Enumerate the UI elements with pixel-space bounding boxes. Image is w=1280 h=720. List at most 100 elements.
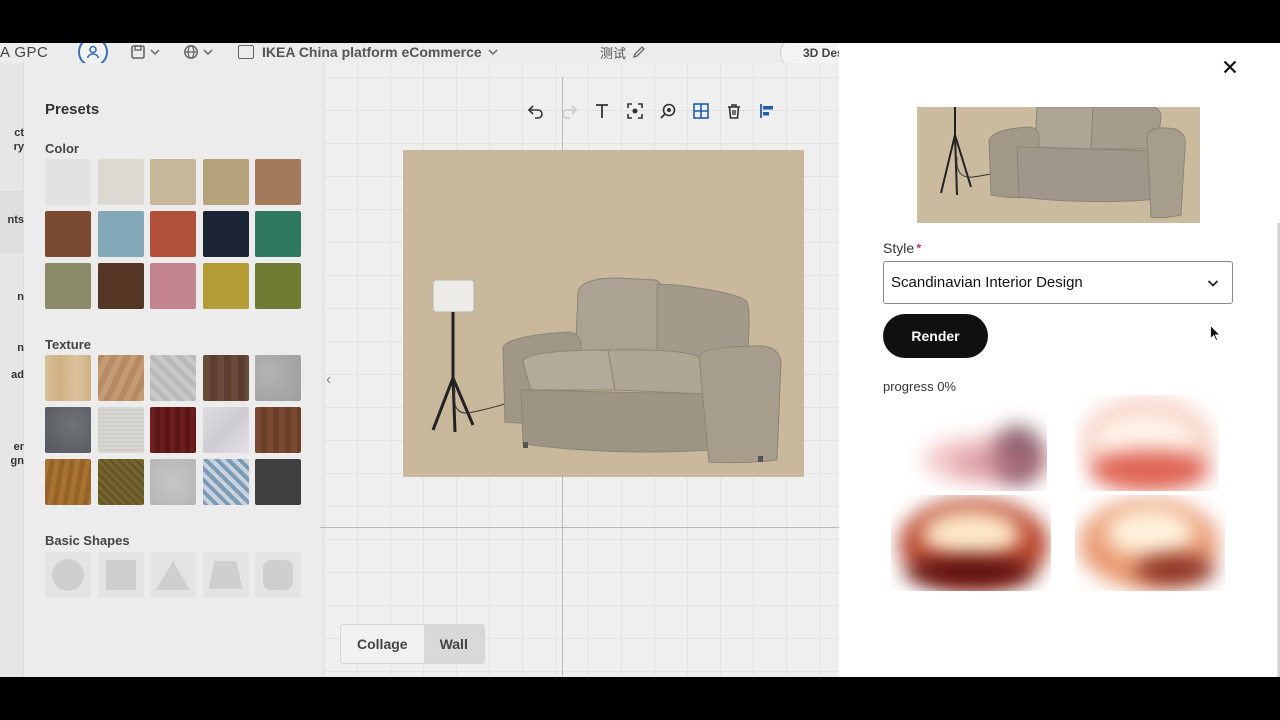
sofa-lamp-preview (940, 107, 1186, 219)
texture-swatch-reddish-wood[interactable] (255, 407, 301, 453)
color-swatch[interactable] (97, 159, 144, 205)
texture-swatch-herringbone-grey[interactable] (150, 355, 196, 401)
globe-icon (184, 45, 198, 59)
close-button[interactable] (1219, 56, 1241, 78)
rail-label[interactable]: er (0, 441, 24, 454)
collapse-panel-icon[interactable]: ‹ (326, 371, 331, 389)
delete-button[interactable] (724, 101, 744, 121)
texture-swatch-mahogany[interactable] (150, 407, 196, 453)
close-icon (1223, 60, 1237, 74)
style-select[interactable]: Scandinavian Interior Design (883, 261, 1233, 304)
artboard-image[interactable] (403, 150, 804, 477)
platform-selector[interactable]: IKEA China platform eCommerce (238, 43, 499, 61)
magic-lasso-icon (660, 103, 676, 119)
save-menu[interactable] (130, 43, 161, 61)
text-icon (596, 104, 608, 118)
rounded-square-shape-icon (263, 560, 293, 590)
color-swatch[interactable] (150, 211, 196, 257)
project-name[interactable]: 测试 (600, 43, 646, 61)
chevron-down-icon (1207, 280, 1219, 287)
color-swatch[interactable] (150, 263, 196, 309)
undo-button[interactable] (526, 101, 546, 121)
circle-shape-icon (52, 559, 84, 591)
required-marker: * (916, 240, 922, 256)
color-swatch[interactable] (255, 263, 301, 309)
texture-swatch-white-marble[interactable] (202, 407, 249, 453)
rail-label[interactable]: ct (0, 127, 24, 140)
color-swatch-grid (45, 159, 301, 309)
design-canvas[interactable]: ‹ Collage Wall (320, 63, 839, 677)
undo-icon (527, 105, 543, 119)
rail-label[interactable]: n (0, 291, 24, 304)
editor-app: A GPC IKEA China platform eCommerce 测试 3… (0, 43, 839, 677)
rail-label[interactable]: nts (0, 214, 25, 227)
basic-shapes-grid (45, 552, 301, 598)
render-panel: Style * Scandinavian Interior Design Rend… (839, 43, 1280, 677)
color-swatch[interactable] (45, 263, 91, 309)
canvas-toolbar (526, 101, 777, 121)
user-icon (86, 45, 100, 59)
render-button[interactable]: Render (883, 314, 988, 358)
texture-swatch-warm-wood[interactable] (97, 355, 144, 401)
presets-panel: Presets Color Texture Basic Shapes (25, 63, 323, 677)
color-swatch[interactable] (255, 159, 301, 205)
texture-swatch-slate[interactable] (45, 407, 91, 453)
texture-swatch-dark-walnut[interactable] (202, 355, 249, 401)
mouse-cursor-icon (1210, 324, 1221, 346)
texture-swatch-linen[interactable] (97, 407, 144, 453)
shape-trapezoid[interactable] (202, 552, 249, 598)
rail-label[interactable]: ry (0, 141, 24, 154)
shape-square[interactable] (97, 552, 144, 598)
align-button[interactable] (757, 101, 777, 121)
rail-label[interactable]: ad (0, 369, 24, 382)
render-result-3[interactable] (891, 495, 1051, 591)
text-tool-button[interactable] (592, 101, 612, 121)
remove-bg-button[interactable] (658, 101, 678, 121)
chevron-down-icon (488, 49, 498, 56)
shape-rounded-square[interactable] (255, 552, 301, 598)
render-result-2[interactable] (1075, 395, 1219, 491)
collage-mode-tab[interactable]: Collage (341, 625, 424, 663)
rail-label[interactable]: n (0, 342, 24, 355)
render-result-1[interactable] (903, 395, 1047, 491)
color-swatch[interactable] (202, 211, 249, 257)
progress-text: progress 0% (883, 379, 956, 394)
texture-swatch-stone-grey[interactable] (255, 355, 301, 401)
texture-swatch-blue-tile[interactable] (202, 459, 249, 505)
left-rail: ct ry nts n n ad er gn (0, 63, 24, 677)
wall-mode-tab[interactable]: Wall (423, 625, 484, 663)
trapezoid-shape-icon (208, 561, 243, 589)
shape-circle[interactable] (45, 552, 91, 598)
color-swatch[interactable] (202, 263, 249, 309)
color-swatch[interactable] (150, 159, 196, 205)
texture-swatch-concrete[interactable] (150, 459, 196, 505)
shape-triangle[interactable] (150, 552, 196, 598)
texture-swatch-grid (45, 355, 301, 505)
color-swatch[interactable] (202, 159, 249, 205)
store-icon (238, 45, 254, 59)
focus-tool-button[interactable] (625, 101, 645, 121)
chevron-down-icon (203, 49, 213, 56)
rail-label[interactable]: gn (0, 455, 24, 468)
align-left-icon (760, 104, 773, 118)
chevron-down-icon (150, 49, 160, 56)
color-swatch[interactable] (45, 159, 91, 205)
app-frame: A GPC IKEA China platform eCommerce 测试 3… (0, 43, 1280, 677)
color-section-title: Color (45, 141, 79, 156)
texture-swatch-olive-weave[interactable] (97, 459, 144, 505)
color-swatch[interactable] (255, 211, 301, 257)
color-swatch[interactable] (97, 263, 144, 309)
texture-swatch-golden-oak[interactable] (45, 459, 91, 505)
color-swatch[interactable] (45, 211, 91, 257)
language-menu[interactable] (183, 43, 214, 61)
texture-swatch-charcoal[interactable] (255, 459, 301, 505)
texture-swatch-light-oak[interactable] (45, 355, 91, 401)
pencil-icon (632, 46, 645, 59)
render-result-4[interactable] (1075, 495, 1225, 591)
triangle-shape-icon (156, 560, 190, 590)
color-swatch[interactable] (97, 211, 144, 257)
grid-icon (693, 103, 709, 119)
redo-button[interactable] (559, 101, 579, 121)
horizontal-guide-line (320, 527, 839, 528)
grid-toggle-button[interactable] (691, 101, 711, 121)
